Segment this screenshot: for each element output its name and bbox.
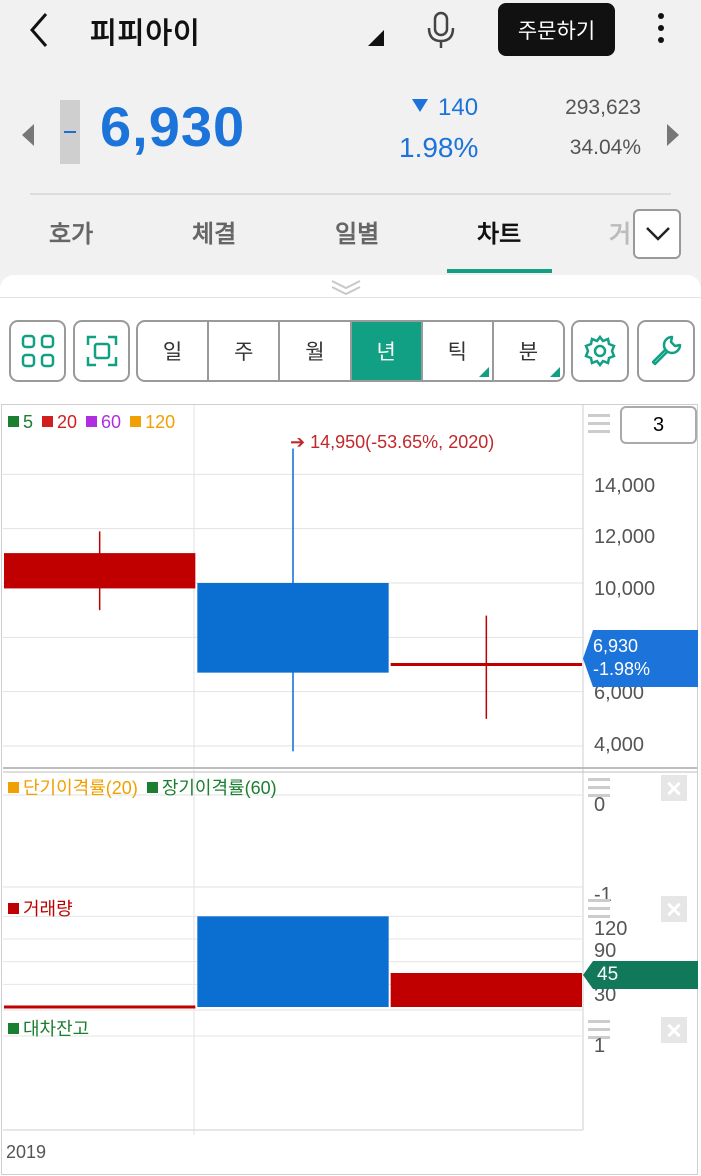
disparity-legend-long: 장기이격률(60) [146, 778, 277, 798]
current-price-tag: 6,930 -1.98% [583, 630, 698, 687]
mini-price-bar [60, 100, 80, 164]
period-minute-label: 분 [518, 340, 539, 364]
disparity-legend: 단기이격률(20) 장기이격률(60) [8, 774, 286, 800]
period-tick[interactable]: 틱 [423, 322, 494, 380]
change-rate: 1.98% [399, 132, 479, 163]
fullscreen-icon [86, 335, 117, 367]
volume-axis-label: 120 [594, 918, 628, 940]
next-stock-icon[interactable] [667, 124, 679, 146]
period-week[interactable]: 주 [209, 322, 281, 380]
collapse-chevron-icon[interactable] [330, 279, 362, 299]
period-month[interactable]: 월 [280, 322, 352, 380]
period-tick-label: 틱 [447, 340, 467, 364]
volume-legend: 거래량 [8, 895, 82, 921]
more-menu-icon[interactable] [651, 10, 671, 50]
price-change-value: 140 [438, 94, 479, 121]
price-change: 140 [412, 94, 478, 122]
settings-button[interactable] [571, 320, 629, 382]
tab-chart[interactable]: 차트 [477, 214, 521, 249]
back-icon[interactable] [22, 10, 58, 50]
period-year[interactable]: 년 [351, 322, 423, 380]
grid-icon [21, 334, 54, 368]
loan-pane-close-icon[interactable] [661, 1017, 687, 1043]
disparity-axis-label: 0 [594, 794, 606, 816]
period-selector: 일 주 월 년 틱 분 [136, 320, 565, 382]
volume-pane-close-icon[interactable] [661, 896, 687, 922]
loan-legend: 대차잔고 [8, 1015, 98, 1041]
header-divider [30, 193, 671, 195]
volume-legend-item: 거래량 [8, 899, 73, 919]
high-annotation: ➔ 14,950(-53.65%, 2020) [290, 432, 495, 452]
ma-legend-20: 20 [42, 412, 77, 432]
ma-legend: 5 20 60 120 [8, 412, 184, 433]
price-pane-menu-icon[interactable] [588, 414, 610, 436]
tab-daily[interactable]: 일별 [335, 214, 379, 249]
volume-axis-label: 90 [594, 940, 617, 962]
microphone-icon[interactable] [424, 10, 458, 50]
tab-bar: 호가 체결 일별 차트 거 [0, 196, 701, 274]
ma-legend-120: 120 [130, 412, 175, 432]
tools-button[interactable] [637, 320, 695, 382]
ma-legend-5: 5 [8, 412, 33, 432]
price-axis-label: 14,000 [594, 475, 656, 497]
period-day[interactable]: 일 [138, 322, 210, 380]
loan-axis-label: 1 [594, 1035, 606, 1057]
quote-summary: 6,930 140 1.98% 293,623 34.04% [0, 64, 701, 194]
high-annotation-text: 14,950(-53.65%, 2020) [310, 432, 495, 452]
trade-volume: 293,623 [565, 96, 641, 119]
fullscreen-button[interactable] [73, 320, 130, 382]
disparity-legend-short: 단기이격률(20) [8, 778, 138, 798]
top-bar: 피피아이 주문하기 [0, 0, 701, 64]
candle-count-input[interactable]: 3 [620, 406, 697, 444]
price-tag-value: 6,930 [593, 636, 639, 656]
current-volume-tag: 45 [583, 961, 698, 989]
price-axis-label: 10,000 [594, 578, 656, 600]
active-tab-indicator [447, 269, 552, 273]
prev-stock-icon[interactable] [22, 124, 34, 146]
tab-partial[interactable]: 거 [609, 214, 631, 249]
order-button[interactable]: 주문하기 [498, 3, 615, 56]
submenu-corner-icon [550, 367, 561, 377]
disparity-pane-close-icon[interactable] [661, 775, 687, 801]
layout-grid-button[interactable] [9, 320, 66, 382]
tab-more-button[interactable] [633, 209, 681, 259]
period-minute[interactable]: 분 [494, 322, 563, 380]
submenu-corner-icon [478, 367, 489, 377]
stock-dropdown-icon[interactable] [368, 30, 384, 46]
wrench-icon [651, 335, 682, 366]
turnover-rate: 34.04% [569, 136, 641, 159]
app-root: 피피아이 주문하기 6,930 140 1.98% 293,623 34.04%… [0, 0, 701, 1176]
chevron-down-icon [646, 227, 670, 241]
down-triangle-icon [412, 99, 428, 113]
price-axis-label: 4,000 [594, 734, 645, 756]
tab-trades[interactable]: 체결 [192, 214, 236, 249]
loan-legend-item: 대차잔고 [8, 1019, 89, 1039]
panel-divider [0, 297, 701, 298]
stock-name[interactable]: 피피아이 [90, 10, 201, 52]
ma-legend-60: 60 [86, 412, 121, 432]
tab-orderbook[interactable]: 호가 [49, 214, 93, 249]
x-axis-label: 2019 [6, 1142, 47, 1162]
price-axis-label: 12,000 [594, 526, 656, 548]
current-price: 6,930 [100, 95, 246, 158]
gear-icon [584, 334, 616, 368]
price-tag-rate: -1.98% [593, 659, 651, 679]
